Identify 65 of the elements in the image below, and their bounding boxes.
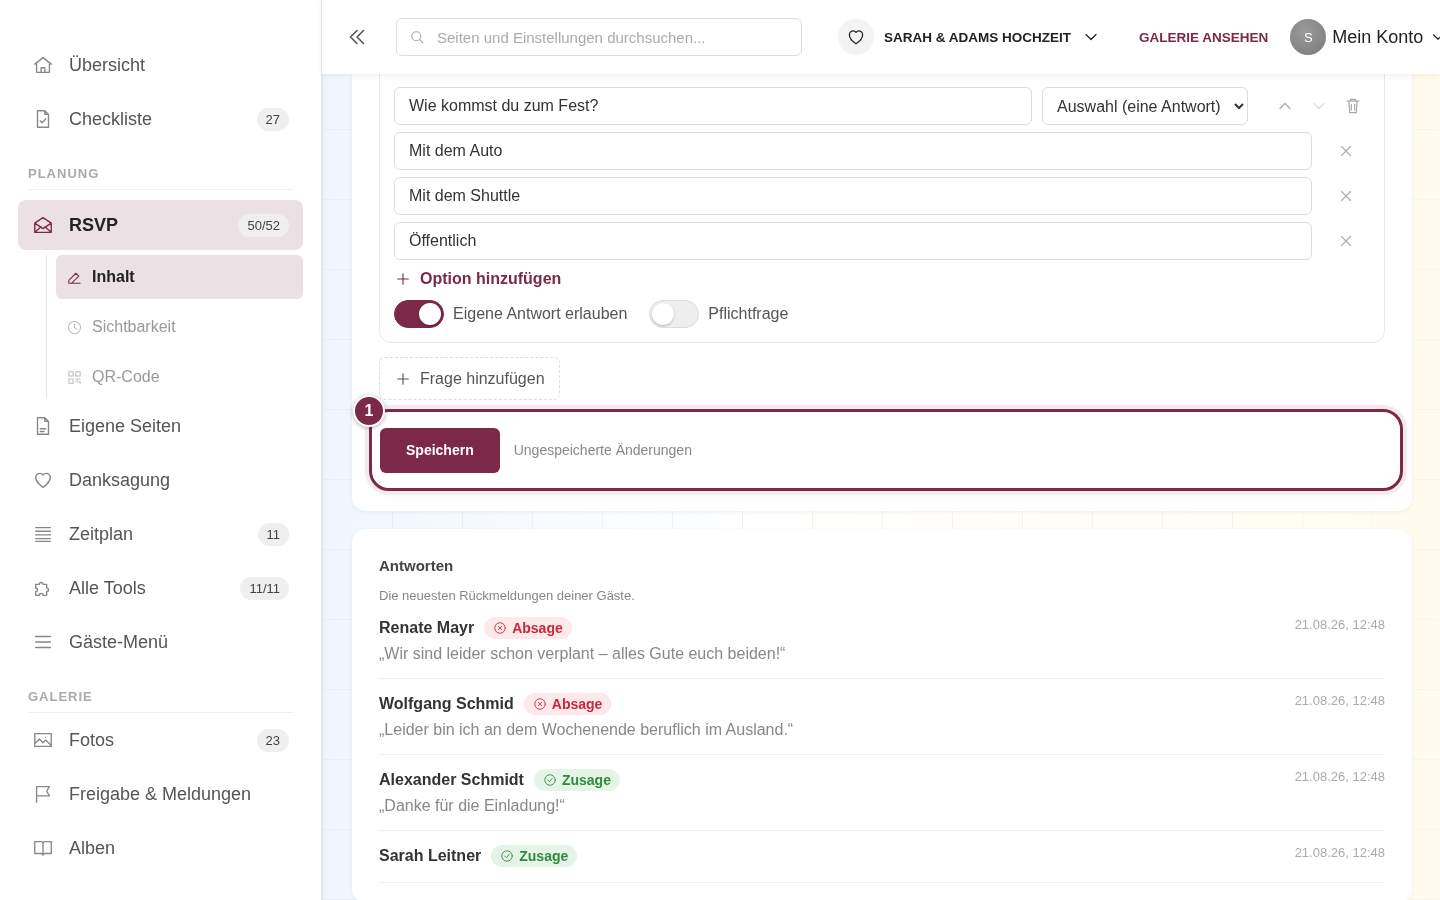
step-badge: 1 [353, 395, 385, 427]
section-subtitle: Die neuesten Rückmeldungen deiner Gäste. [379, 588, 636, 603]
sidebar-item[interactable]: Checkliste 27 [18, 92, 303, 146]
option-field[interactable]: Mit dem Shuttle [394, 177, 1312, 215]
search-field[interactable]: Seiten und Einstellungen durchsuchen... [396, 18, 802, 56]
option-field[interactable]: Öffentlich [394, 222, 1312, 260]
sidebar-item[interactable]: Gäste-Menü [18, 615, 303, 669]
section-title: Antworten [379, 557, 455, 574]
add-question-button[interactable]: Frage hinzufügen [379, 357, 560, 400]
question-field[interactable]: Wie kommst du zum Fest? [394, 87, 1032, 125]
home-icon [32, 54, 54, 76]
toggle-switch[interactable] [394, 300, 444, 328]
toggle-label: Eigene Antwort erlauben [453, 305, 628, 323]
guest-message: „Danke für die Einladung!“ [379, 797, 566, 815]
save-button[interactable]: Speichern [380, 427, 500, 473]
type-dropdown[interactable]: Auswahl (eine Antwort) [1042, 87, 1248, 125]
qr-code-icon [66, 368, 83, 386]
guest-name: Sarah Leitner [379, 847, 482, 865]
gallery-link[interactable]: GALERIE ANSEHEN [1139, 29, 1269, 45]
sidebar-subitem[interactable]: Inhalt [56, 255, 303, 299]
toggle-label: Pflichtfrage [708, 305, 789, 323]
status-text: Ungespeicherte Änderungen [513, 442, 692, 458]
guest-message: „Wir sind leider schon verplant – alles Gute euch beiden!“ [379, 645, 787, 663]
sidebar-item[interactable]: Danksagung [18, 453, 303, 507]
section-label: GALERIE [28, 689, 293, 713]
status-badge: Absage [523, 693, 612, 715]
sidebar-item[interactable]: Eigene Seiten [18, 399, 303, 453]
timestamp: 21.08.26, 12:48 [1294, 617, 1385, 632]
count-badge: 50/52 [238, 213, 289, 237]
plus-icon [394, 270, 412, 288]
count-badge: 11/11 [240, 576, 289, 600]
option-field[interactable]: Mit dem Auto [394, 132, 1312, 170]
guest-name: Renate Mayr [379, 619, 475, 637]
timestamp: 21.08.26, 12:48 [1294, 693, 1385, 708]
sidebar-item[interactable]: Übersicht [18, 38, 303, 92]
check-circle-icon [500, 849, 515, 863]
sidebar-item[interactable]: Freigabe & Meldungen [18, 767, 303, 821]
sidebar-item[interactable]: Zeitplan 11 [18, 507, 303, 561]
timestamp: 21.08.26, 12:48 [1294, 769, 1385, 784]
guest-name: Alexander Schmidt [379, 771, 524, 789]
check-circle-icon [542, 773, 557, 787]
status-badge: Absage [484, 617, 572, 639]
avatar: S [1290, 19, 1327, 55]
sidebar-item[interactable]: Alle Tools 11/11 [18, 561, 303, 615]
sidebar-item[interactable]: RSVP 50/52 [18, 200, 303, 250]
account-menu[interactable]: S Mein Konto [1290, 19, 1440, 55]
count-badge: 23 [256, 728, 289, 752]
guest-name: Wolfgang Schmid [379, 695, 514, 713]
heart-icon [846, 27, 866, 47]
status-badge: Zusage [491, 845, 578, 867]
add-option-link[interactable]: Option hinzufügen [394, 267, 562, 291]
section-label: PLANUNG [28, 166, 293, 190]
timestamp: 21.08.26, 12:48 [1294, 845, 1385, 860]
guest-message: „Leider bin ich an dem Wochenende beruflich im Ausland.“ [379, 721, 795, 739]
sidebar-item[interactable]: Fotos 23 [18, 713, 303, 767]
envelope-icon [32, 214, 54, 236]
cross-circle-icon [493, 621, 508, 635]
sidebar-item[interactable]: Alben [18, 821, 303, 875]
search-icon [408, 28, 426, 46]
status-badge: Zusage [533, 769, 620, 791]
count-badge: 11 [257, 522, 289, 546]
event-selector[interactable]: SARAH & ADAMS HOCHZEIT [838, 19, 1101, 55]
clock-icon [66, 318, 83, 336]
count-badge: 27 [256, 107, 289, 131]
cross-circle-icon [532, 697, 547, 711]
